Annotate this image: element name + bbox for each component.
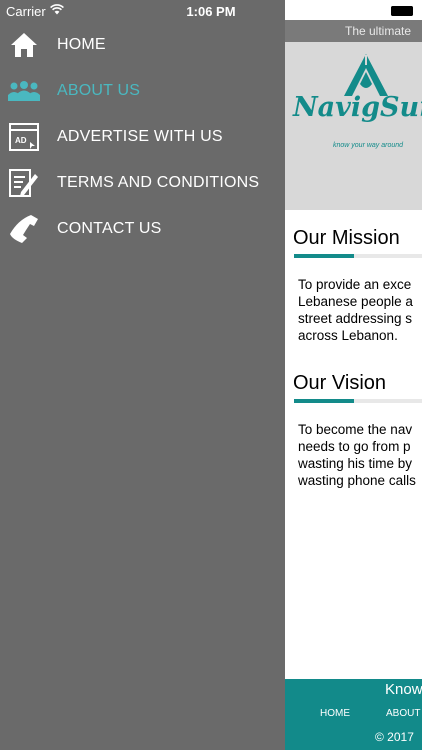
vision-line: wasting his time by xyxy=(298,456,413,471)
status-bar: Carrier 1:06 PM xyxy=(0,0,422,22)
footer-tagline: Know xyxy=(385,681,422,698)
menu-label-home: HOME xyxy=(57,36,106,53)
ad-window-icon: AD xyxy=(8,121,40,153)
battery-icon xyxy=(391,6,413,16)
status-time: 1:06 PM xyxy=(186,4,236,19)
footer-nav-about[interactable]: ABOUT xyxy=(386,708,420,719)
menu-item-terms[interactable]: TERMS AND CONDITIONS xyxy=(0,160,285,206)
menu-item-advertise[interactable]: AD ADVERTISE WITH US xyxy=(0,114,285,160)
menu-item-contact[interactable]: CONTACT US xyxy=(0,206,285,252)
menu-label-terms: TERMS AND CONDITIONS xyxy=(57,174,260,191)
mission-line: street addressing s xyxy=(298,311,413,326)
logo-text: NavigSurL xyxy=(293,92,422,123)
vision-text: To become the nav needs to go from p was… xyxy=(298,421,422,489)
vision-heading: Our Vision xyxy=(293,372,387,394)
mission-heading: Our Mission xyxy=(293,227,400,249)
side-menu: HOME ABOUT US AD ADVERTISE WITH US TERMS… xyxy=(0,22,285,252)
logo-subtitle: know your way around xyxy=(333,142,404,149)
mission-line: across Lebanon. xyxy=(298,328,398,343)
menu-label-advertise: ADVERTISE WITH US xyxy=(57,128,223,145)
footer-nav-home[interactable]: HOME xyxy=(320,708,350,719)
mission-line: To provide an exce xyxy=(298,277,412,292)
menu-item-home[interactable]: HOME xyxy=(0,22,285,68)
content-panel[interactable]: The ultimate NavigSurL know your way aro… xyxy=(285,0,422,750)
document-edit-icon xyxy=(8,167,40,199)
menu-label-contact: CONTACT US xyxy=(57,220,162,237)
mission-line: Lebanese people a xyxy=(298,294,413,309)
vision-heading-rule xyxy=(294,399,422,403)
footer-copyright: © 2017 xyxy=(375,730,414,744)
vision-line: wasting phone calls xyxy=(298,473,416,488)
vision-line: To become the nav xyxy=(298,422,413,437)
logo-banner: NavigSurL know your way around xyxy=(285,42,422,210)
mission-text: To provide an exce Lebanese people a str… xyxy=(298,276,422,344)
footer: Know HOME ABOUT © 2017 xyxy=(285,679,422,750)
vision-line: needs to go from p xyxy=(298,439,411,454)
phone-icon xyxy=(8,213,40,245)
svg-text:AD: AD xyxy=(15,136,27,145)
tagline-bar: The ultimate xyxy=(285,20,422,42)
menu-label-about-us: ABOUT US xyxy=(57,82,141,99)
people-icon xyxy=(8,75,40,107)
home-icon xyxy=(8,29,40,61)
mission-heading-rule xyxy=(294,254,422,258)
menu-item-about-us[interactable]: ABOUT US xyxy=(0,68,285,114)
